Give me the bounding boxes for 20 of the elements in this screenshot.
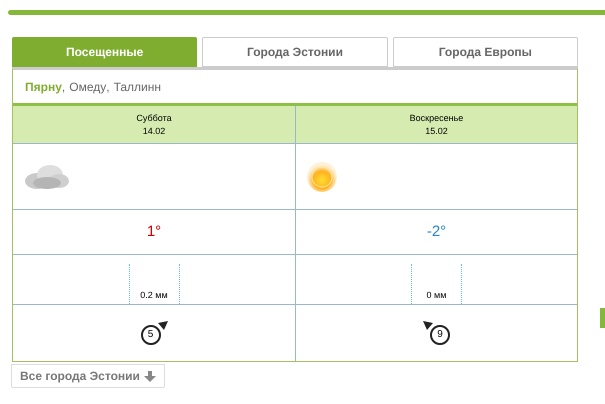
- down-arrow-icon: [144, 370, 156, 382]
- cloud-icon: [23, 162, 71, 190]
- all-cities-button[interactable]: Все города Эстонии: [11, 364, 165, 388]
- tab[interactable]: Города Европы: [392, 37, 578, 67]
- tab[interactable]: Города Эстонии: [202, 37, 388, 67]
- wind-speed: 5: [148, 330, 154, 340]
- precipitation-amount: 0 мм: [426, 288, 446, 302]
- day-date: 15.02: [425, 124, 448, 138]
- day-date: 14.02: [142, 124, 166, 138]
- sun-icon: [306, 160, 338, 192]
- separator: ,: [62, 78, 66, 96]
- separator: ,: [106, 78, 110, 96]
- day-name: Воскресенье: [410, 112, 464, 124]
- city-link[interactable]: Таллинн: [114, 78, 162, 96]
- city-link[interactable]: Омеду: [69, 78, 106, 96]
- temperature: -2°: [426, 222, 446, 242]
- day-name: Суббота: [136, 112, 172, 124]
- wind-speed: 9: [437, 330, 443, 340]
- temperature: 1°: [146, 222, 162, 242]
- precipitation-amount: 0.2 мм: [140, 288, 168, 302]
